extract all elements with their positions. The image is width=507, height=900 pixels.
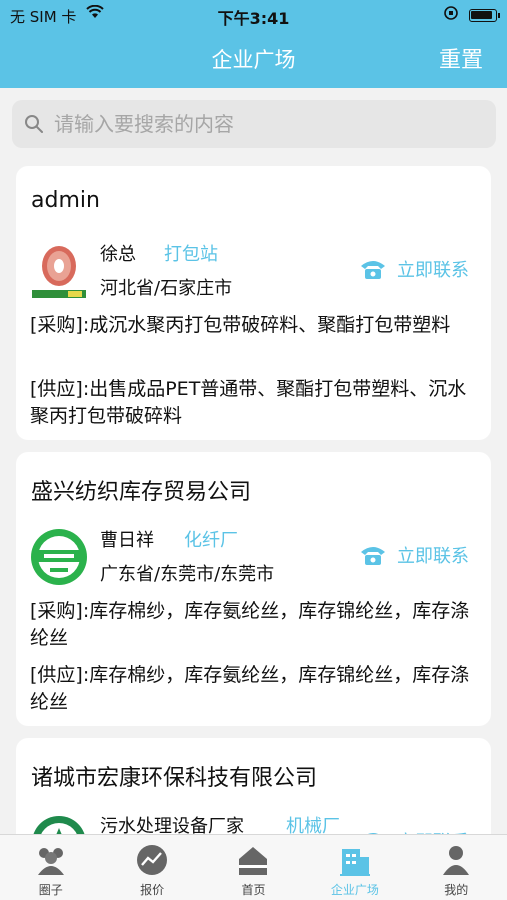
purchase-text: [采购]:库存棉纱，库存氨纶丝，库存锦纶丝，库存涤纶丝	[30, 600, 470, 649]
industry-tag: 化纤厂	[184, 530, 238, 551]
rotation-lock-icon	[443, 5, 459, 25]
company-logo	[30, 242, 88, 300]
company-name: 诸城市宏康环保科技有限公司	[31, 766, 318, 791]
supply-text: [供应]:出售成品PET普通带、聚酯打包带塑料、沉水聚丙打包带破碎料	[30, 378, 467, 427]
page-title: 企业广场	[211, 48, 296, 72]
company-card[interactable]: 盛兴纺织库存贸易公司 曹日祥 化纤厂 广东省/东莞市/东莞市 立即联系 [采购]…	[16, 452, 491, 726]
phone-icon	[361, 547, 385, 565]
company-name: admin	[31, 188, 100, 213]
home-icon	[239, 847, 268, 875]
region-label: 广东省/东莞市/东莞市	[100, 564, 275, 585]
nav-bar: 企业广场 重置	[0, 30, 507, 88]
group-icon	[37, 848, 64, 875]
tab-bar: 圈子 报价 首页 企业广场 我的	[0, 834, 507, 900]
tab-label: 企业广场	[330, 883, 379, 897]
search-bar[interactable]	[12, 100, 496, 148]
tab-mine[interactable]: 我的	[406, 835, 507, 900]
tab-label: 首页	[241, 883, 266, 897]
contact-name: 徐总	[100, 244, 136, 265]
phone-icon	[361, 261, 385, 279]
industry-tag: 打包站	[164, 244, 218, 265]
company-logo	[30, 528, 88, 586]
tab-circle[interactable]: 圈子	[0, 835, 101, 900]
contact-button-label: 立即联系	[397, 546, 469, 567]
person-icon	[443, 846, 470, 875]
search-icon	[25, 115, 43, 133]
reset-button[interactable]: 重置	[439, 42, 483, 74]
battery-icon	[469, 9, 500, 22]
tab-label: 我的	[444, 883, 469, 897]
search-input[interactable]	[54, 108, 484, 140]
building-icon	[339, 849, 370, 876]
company-name: 盛兴纺织库存贸易公司	[31, 480, 252, 505]
tab-label: 报价	[140, 883, 165, 897]
purchase-text: [采购]:成沉水聚丙打包带破碎料、聚酯打包带塑料	[30, 314, 451, 336]
contact-name: 曹日祥	[100, 530, 154, 551]
tab-enterprise[interactable]: 企业广场	[304, 835, 405, 900]
contact-button[interactable]: 立即联系	[359, 256, 469, 282]
company-card[interactable]: admin 徐总 打包站 河北省/石家庄市 立即联系 [采购]:成沉水聚丙打包带…	[16, 166, 491, 440]
tab-quotes[interactable]: 报价	[101, 835, 202, 900]
region-label: 河北省/石家庄市	[100, 278, 233, 299]
status-bar: 无 SIM 卡 下午3:41	[0, 0, 507, 30]
contact-button[interactable]: 立即联系	[359, 542, 469, 568]
tab-label: 圈子	[38, 883, 63, 897]
clock: 下午3:41	[217, 9, 290, 28]
supply-text: [供应]:库存棉纱，库存氨纶丝，库存锦纶丝，库存涤纶丝	[30, 664, 470, 713]
trend-icon	[137, 845, 168, 875]
contact-button-label: 立即联系	[397, 260, 469, 281]
tab-home[interactable]: 首页	[203, 835, 304, 900]
